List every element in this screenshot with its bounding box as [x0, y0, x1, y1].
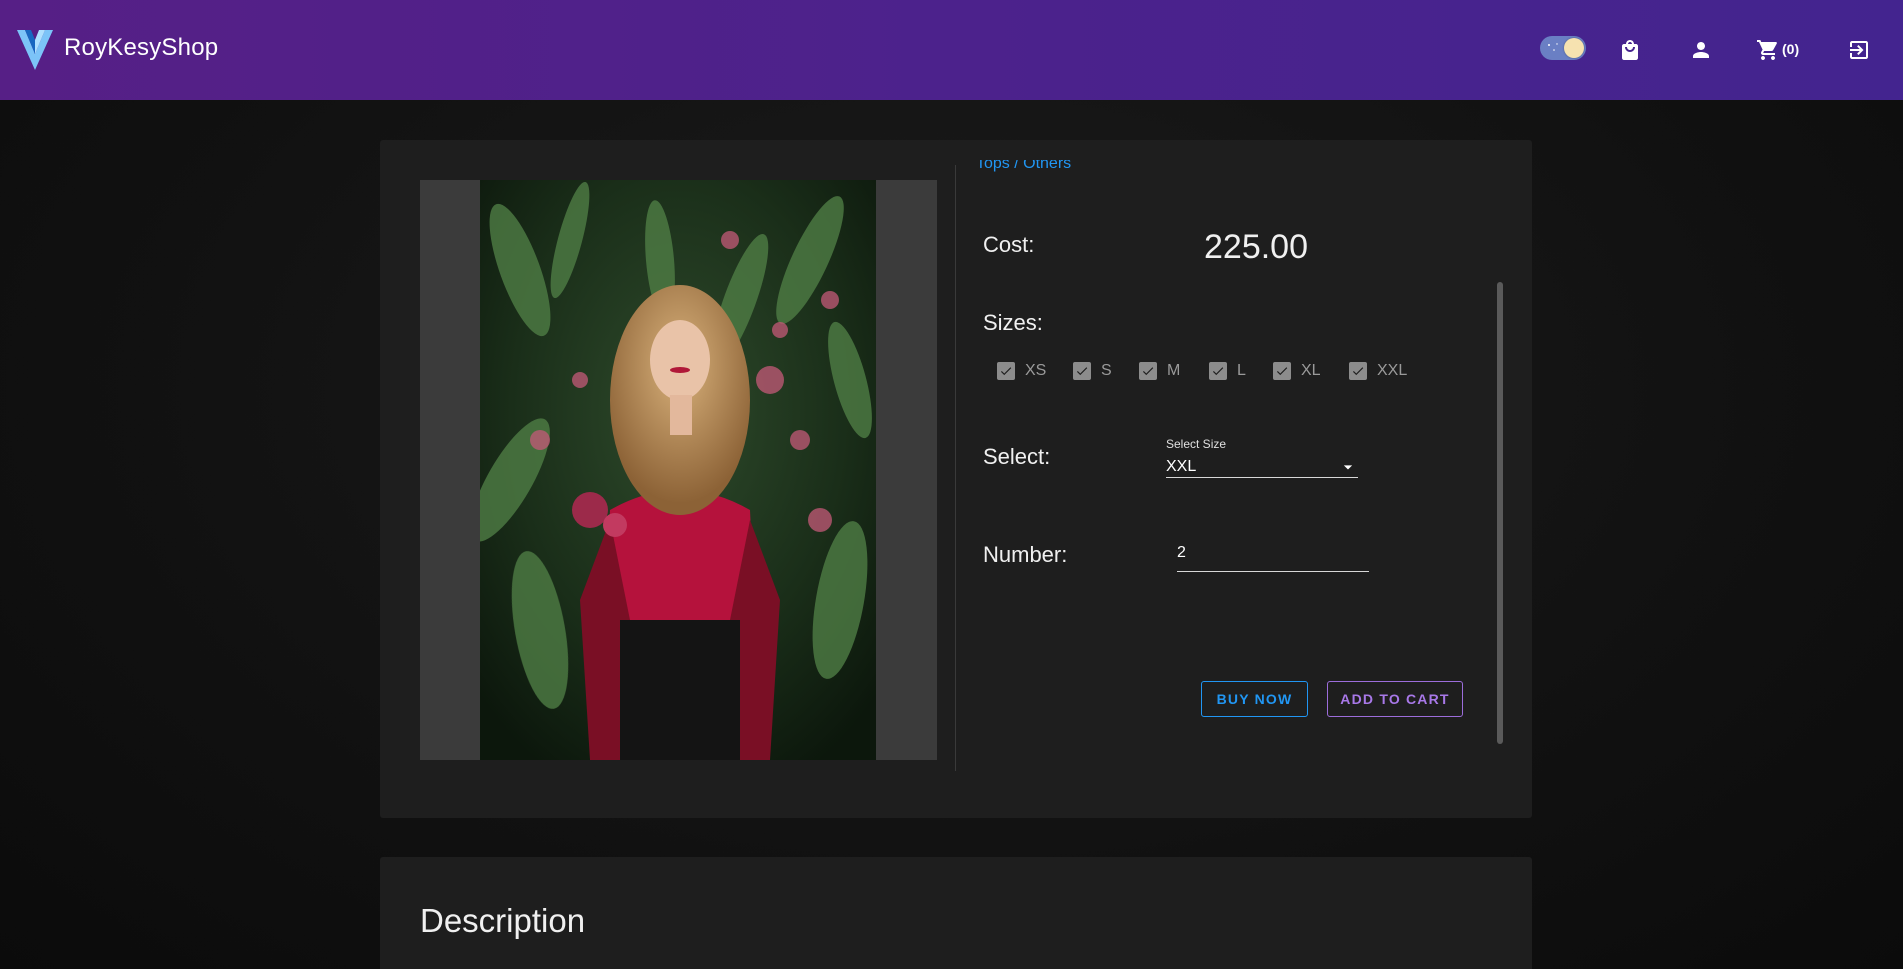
description-title: Description — [420, 902, 586, 939]
moon-knob-icon — [1564, 38, 1584, 58]
checkbox-icon — [1139, 362, 1157, 380]
cart-count[interactable]: (0) — [1782, 41, 1799, 57]
size-checkbox-xl[interactable]: XL — [1273, 362, 1349, 380]
size-checkbox-s[interactable]: S — [1073, 362, 1139, 380]
account-icon[interactable] — [1689, 38, 1713, 62]
sizes-list: XS S M L XL XXL — [997, 362, 1419, 380]
breadcrumb[interactable]: Tops / Others — [976, 160, 1071, 174]
cart-icon[interactable] — [1756, 38, 1780, 62]
number-label: Number: — [983, 542, 1068, 567]
size-label: XXL — [1377, 362, 1408, 379]
vuetify-logo[interactable] — [15, 24, 55, 72]
quantity-input[interactable]: 2 — [1177, 540, 1369, 572]
checkbox-icon — [997, 362, 1015, 380]
theme-toggle[interactable] — [1540, 36, 1586, 60]
stars-icon — [1548, 43, 1558, 51]
scrollbar[interactable] — [1497, 282, 1503, 744]
vertical-divider — [955, 165, 956, 771]
size-select[interactable]: Select Size XXL — [1166, 437, 1358, 478]
select-label: Select: — [983, 444, 1051, 469]
product-card: Tops / Others Cost: 225.00 Sizes: XS S M… — [380, 140, 1532, 818]
size-checkbox-m[interactable]: M — [1139, 362, 1209, 380]
sizes-label: Sizes: — [983, 310, 1043, 335]
app-bar: RoyKesyShop (0) — [0, 0, 1903, 100]
size-label: M — [1167, 362, 1181, 379]
description-card: Description — [380, 857, 1532, 969]
select-value: XXL — [1166, 457, 1197, 475]
cost-value: 225.00 — [1204, 228, 1308, 266]
size-checkbox-l[interactable]: L — [1209, 362, 1273, 380]
size-label: S — [1101, 362, 1112, 379]
product-photo — [480, 180, 876, 760]
cost-label: Cost: — [983, 232, 1035, 257]
select-field-label: Select Size — [1166, 437, 1227, 451]
chevron-down-icon[interactable] — [1338, 457, 1358, 477]
size-label: XL — [1301, 362, 1321, 379]
checkbox-icon — [1349, 362, 1367, 380]
product-image-container — [420, 180, 937, 760]
size-label: L — [1237, 362, 1246, 379]
shopping-bag-icon[interactable] — [1618, 38, 1642, 62]
size-label: XS — [1025, 362, 1047, 379]
size-select-field[interactable]: XXL — [1166, 456, 1358, 478]
checkbox-icon — [1273, 362, 1291, 380]
checkbox-icon — [1209, 362, 1227, 380]
logout-icon[interactable] — [1847, 38, 1871, 62]
size-checkbox-xxl[interactable]: XXL — [1349, 362, 1419, 380]
checkbox-icon — [1073, 362, 1091, 380]
buy-now-button[interactable]: BUY NOW — [1201, 681, 1308, 717]
brand-title[interactable]: RoyKesyShop — [64, 34, 218, 62]
add-to-cart-button[interactable]: ADD TO CART — [1327, 681, 1463, 717]
size-checkbox-xs[interactable]: XS — [997, 362, 1073, 380]
